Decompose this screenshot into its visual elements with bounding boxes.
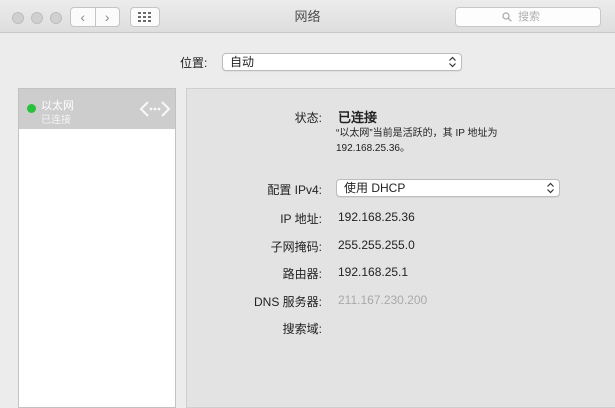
dns-server-value: 211.167.230.200 [338,293,428,307]
config-ipv4-select[interactable]: 使用 DHCP [336,179,560,197]
location-label: 位置: [180,56,208,70]
router-label: 路由器: [282,267,322,281]
config-ipv4-value: 使用 DHCP [344,181,406,195]
search-icon [502,12,512,22]
minimize-icon[interactable] [31,12,43,24]
service-list: 以太网 已连接 [18,88,176,408]
title-bar: ‹ › 网络 [0,0,615,33]
updown-arrow-icon [547,182,554,194]
status-value: 已连接 [338,110,378,125]
forward-button[interactable]: › [94,8,120,26]
grid-icon [138,12,151,22]
location-value: 自动 [230,55,255,69]
updown-arrow-icon [449,56,456,68]
ip-address-value: 192.168.25.36 [338,210,415,224]
config-ipv4-label: 配置 IPv4: [267,183,322,197]
status-note-line2: 192.168.25.36。 [336,143,410,154]
back-forward-group: ‹ › [70,7,120,27]
dns-server-label: DNS 服务器: [253,295,322,309]
service-item-ethernet[interactable]: 以太网 已连接 [19,89,175,129]
router-value: 192.168.25.1 [338,265,409,279]
service-status: 已连接 [41,115,71,126]
chevron-right-icon: › [104,9,110,25]
subnet-mask-label: 子网掩码: [270,240,322,254]
zoom-icon[interactable] [50,12,62,24]
back-button[interactable]: ‹ [71,8,95,26]
search-domain-label: 搜索域: [282,322,322,336]
show-all-button[interactable] [130,7,160,27]
status-note-line1: “以太网”当前是活跃的，其 IP 地址为 [336,128,498,139]
ethernet-icon [139,101,171,117]
location-select[interactable]: 自动 [222,53,462,71]
status-label: 状态: [294,111,322,125]
close-icon[interactable] [12,12,24,24]
search-input[interactable] [516,10,554,24]
search-field[interactable] [455,7,601,27]
ip-address-label: IP 地址: [280,212,322,226]
chevron-left-icon: ‹ [80,9,86,25]
subnet-mask-value: 255.255.255.0 [338,238,415,252]
status-dot-icon [27,104,36,113]
